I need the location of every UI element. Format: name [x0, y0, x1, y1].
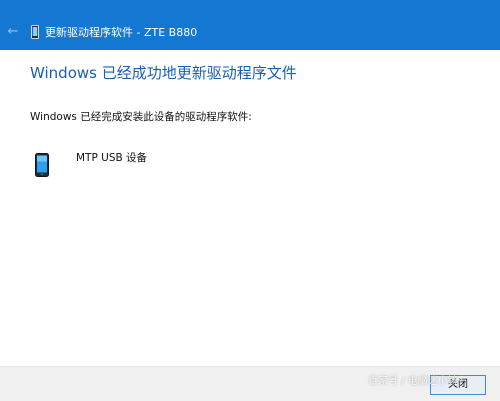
mobile-device-icon: [35, 153, 49, 177]
dialog-footer: 关闭: [0, 366, 500, 401]
back-arrow-icon[interactable]: ←: [6, 25, 20, 39]
device-list-item: MTP USB 设备: [30, 148, 330, 178]
close-button[interactable]: 关闭: [430, 375, 486, 395]
mobile-device-icon: [31, 25, 39, 39]
title-bar: ← 更新驱动程序软件 - ZTE B880: [0, 0, 500, 50]
device-name: MTP USB 设备: [76, 152, 148, 164]
window-title: 更新驱动程序软件 - ZTE B880: [45, 26, 198, 39]
page-heading: Windows 已经成功地更新驱动程序文件: [30, 64, 297, 82]
status-text: Windows 已经完成安装此设备的驱动程序软件:: [30, 111, 252, 123]
